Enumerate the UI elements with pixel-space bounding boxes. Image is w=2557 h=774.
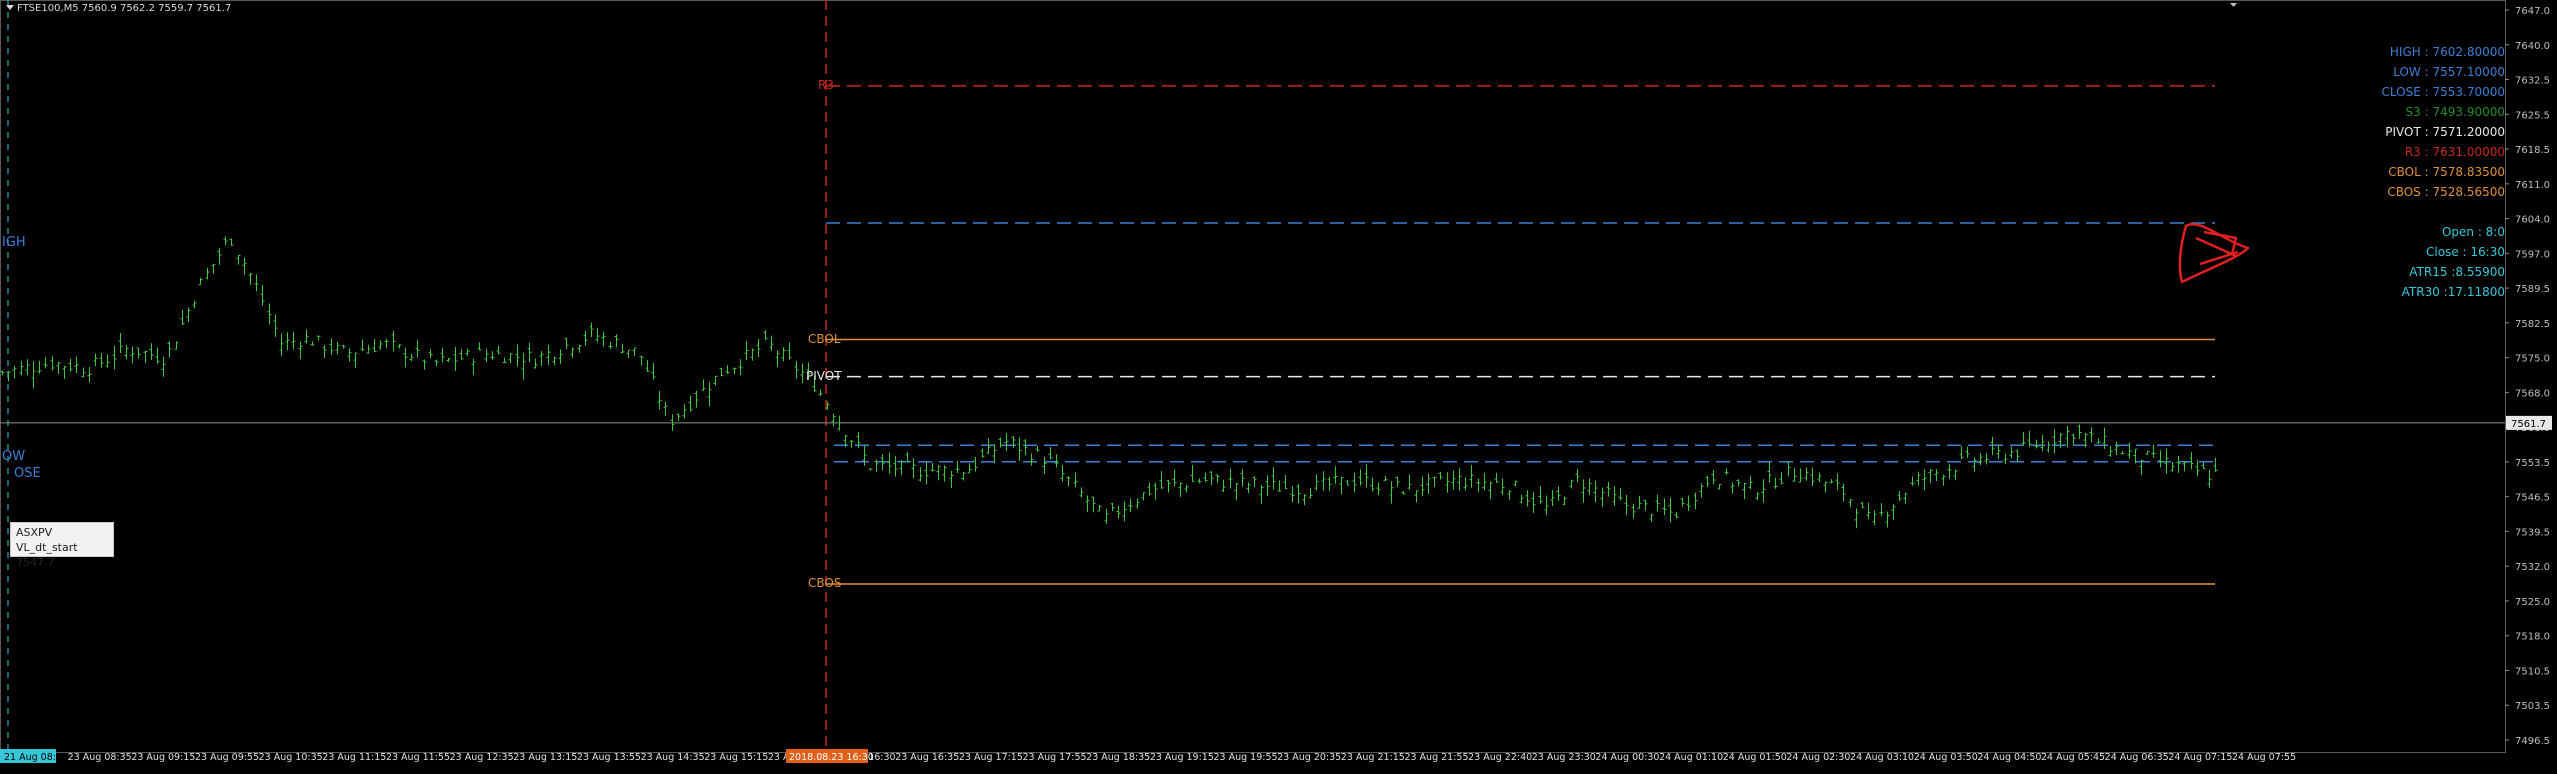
level-label-r3: R3 <box>818 77 834 92</box>
y-tick-label: 7582.5 <box>2515 319 2550 330</box>
info-row: CBOS : 7528.56500 <box>2387 185 2505 199</box>
x-tick-label: 24 Aug 07:55 <box>2232 752 2296 763</box>
tooltip-title: ASXPV VL_dt_start <box>16 526 78 554</box>
y-tick-label: 7510.5 <box>2515 666 2550 677</box>
info-row: CBOL : 7578.83500 <box>2388 165 2505 179</box>
info-row: CLOSE : 7553.70000 <box>2381 85 2505 99</box>
x-tick-label: 23 Aug 08:35 <box>68 752 132 763</box>
y-tick-label: 7640.0 <box>2515 41 2550 52</box>
info-row: ATR15 :8.55900 <box>2409 265 2505 279</box>
y-tick-label: 7503.5 <box>2515 701 2550 712</box>
x-tick-label: 23 Aug 22:40 <box>1468 752 1532 763</box>
info-row: LOW : 7557.10000 <box>2393 65 2505 79</box>
x-tick-label: 23 Aug 10:35 <box>259 752 323 763</box>
y-tick-label: 7647.0 <box>2515 6 2550 17</box>
x-tick-label: 23 Aug 15:15 <box>704 752 768 763</box>
x-tick-label: 23 Aug 16:35 <box>895 752 959 763</box>
info-row: S3 : 7493.90000 <box>2405 105 2505 119</box>
y-tick-label: 7632.5 <box>2515 76 2550 87</box>
y-tick-label: 7525.0 <box>2515 597 2550 608</box>
x-tick-label: 24 Aug 03:10 <box>1850 752 1914 763</box>
info-row: PIVOT : 7571.20000 <box>2385 125 2505 139</box>
x-tick-label: 24 Aug 01:50 <box>1723 752 1787 763</box>
x-tick-label: 23 Aug 14:35 <box>641 752 705 763</box>
x-tick-label: 23 Aug 20:35 <box>1277 752 1341 763</box>
collapse-triangle-icon[interactable] <box>6 5 14 10</box>
x-tick-label: 23 Aug 21:55 <box>1404 752 1468 763</box>
x-tick-label: 24 Aug 03:50 <box>1914 752 1978 763</box>
x-tick-label: 23 Aug 19:15 <box>1150 752 1214 763</box>
x-tick-label: 24 Aug 01:10 <box>1659 752 1723 763</box>
symbol-text: FTSE100,M5 7560.9 7562.2 7559.7 7561.7 <box>17 3 232 14</box>
x-tick-label: 21 Aug 08:00 <box>4 752 68 763</box>
side-label-igh: IGH <box>2 235 26 250</box>
symbol-bar: FTSE100,M5 7560.9 7562.2 7559.7 7561.7 <box>6 3 231 14</box>
info-row: R3 : 7631.00000 <box>2404 145 2505 159</box>
x-tick-label: 24 Aug 04:50 <box>1977 752 2041 763</box>
x-tick-label: 24 Aug 02:30 <box>1786 752 1850 763</box>
info-row: ATR30 :17.11800 <box>2401 285 2505 299</box>
y-tick-label: 7546.5 <box>2515 493 2550 504</box>
info-row: Open : 8:0 <box>2441 225 2505 239</box>
y-tick-label: 7553.5 <box>2515 458 2550 469</box>
x-tick-label: 23 Aug 13:55 <box>577 752 641 763</box>
object-tooltip: ASXPV VL_dt_start 7547.7 <box>10 522 114 569</box>
indicator-info-panel: HIGH : 7602.80000 LOW : 7557.10000 CLOSE :… <box>2382 42 2505 302</box>
level-label-cbos: CBOS <box>808 576 842 591</box>
x-tick-label: 24 Aug 06:35 <box>2105 752 2169 763</box>
x-tick-label: 23 Aug 18:35 <box>1086 752 1150 763</box>
x-tick-label: 23 Aug 11:15 <box>322 752 386 763</box>
level-label-pivot: PIVOT <box>806 368 842 383</box>
price-chart[interactable]: 7647.0 7640.0 7632.5 7625.5 7618.5 7611.0 7604… <box>0 0 2557 770</box>
y-tick-label: 7611.0 <box>2515 180 2550 191</box>
level-label-cbol: CBOL <box>808 331 841 346</box>
x-tick-label: 23 Aug 19:55 <box>1213 752 1277 763</box>
x-tick-label: 23 Aug 23:30 <box>1532 752 1596 763</box>
y-tick-label: 7618.5 <box>2515 145 2550 156</box>
x-tick-label: 23 Aug 12:35 <box>450 752 514 763</box>
chart-canvas[interactable]: 7647.0 7640.0 7632.5 7625.5 7618.5 7611.0 7604… <box>0 0 2557 770</box>
y-tick-label: 7597.0 <box>2515 249 2550 260</box>
x-tick-label: 24 Aug 07:15 <box>2168 752 2232 763</box>
y-tick-label: 7532.0 <box>2515 562 2550 573</box>
tooltip-value: 7547.7 <box>16 556 55 569</box>
x-tick-label: 24 Aug 00:30 <box>1595 752 1659 763</box>
x-tick-label: 24 Aug 05:45 <box>2041 752 2105 763</box>
y-tick-label: 7604.0 <box>2515 215 2550 226</box>
current-price-value: 7561.7 <box>2511 419 2546 430</box>
y-tick-label: 7539.5 <box>2515 527 2550 538</box>
x-tick-label: 23 Aug 13:15 <box>513 752 577 763</box>
info-row: Close : 16:30 <box>2426 245 2505 259</box>
info-row: HIGH : 7602.80000 <box>2389 45 2505 59</box>
y-tick-label: 7589.5 <box>2515 284 2550 295</box>
side-label-ow: OW <box>2 449 26 464</box>
y-tick-label: 7575.0 <box>2515 354 2550 365</box>
x-tick-label: 23 Aug 11:55 <box>386 752 450 763</box>
y-tick-label: 7625.5 <box>2515 110 2550 121</box>
y-tick-label: 7496.5 <box>2515 736 2550 747</box>
x-highlight-label: 2018.08.23 16:30 <box>789 752 874 763</box>
x-tick-label: 23 Aug 17:15 <box>959 752 1023 763</box>
side-label-ose: OSE <box>14 466 41 481</box>
x-tick-label: 23 Aug 17:55 <box>1023 752 1087 763</box>
x-tick-label: 23 Aug 09:55 <box>195 752 259 763</box>
y-tick-label: 7518.0 <box>2515 632 2550 643</box>
info-gap <box>2382 202 2505 222</box>
x-tick-label: 23 Aug 09:15 <box>131 752 195 763</box>
y-tick-label: 7568.0 <box>2515 388 2550 399</box>
x-tick-label: 23 Aug 21:15 <box>1341 752 1405 763</box>
